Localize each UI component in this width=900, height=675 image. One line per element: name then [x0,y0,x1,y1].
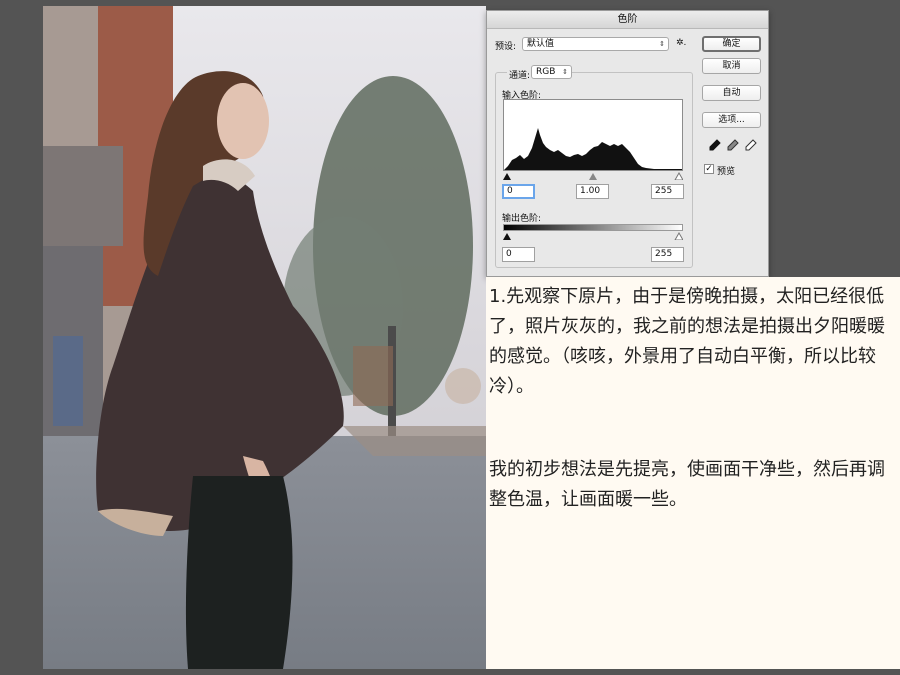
white-point-eyedropper-icon[interactable] [744,138,758,152]
input-gamma-field[interactable]: 1.00 [576,184,609,199]
output-levels-label: 输出色阶: [502,214,542,224]
output-black-field[interactable]: 0 [502,247,535,262]
preview-checkbox[interactable]: ✓ [704,164,714,174]
channel-select[interactable]: RGB ⇕ [531,65,572,79]
select-arrows-icon: ⇕ [562,68,568,76]
levels-dialog: 色阶 预设: 默认值 ⇕ ✲. 确定 取消 自动 选项... 通道: RGB ⇕… [486,10,769,277]
input-black-field[interactable]: 0 [502,184,535,199]
channel-label: 通道: [507,68,533,81]
output-black-point-handle [503,233,511,240]
histogram [503,99,683,171]
cancel-button[interactable]: 取消 [702,58,761,74]
output-levels-slider[interactable] [503,231,684,241]
article-paragraph-2: 我的初步想法是先提亮，使画面干净些，然后再调整色温，让画面暖一些。 [489,459,885,510]
auto-button[interactable]: 自动 [702,85,761,101]
output-white-point-handle [674,231,684,241]
preview-label: 预览 [717,167,736,177]
histogram-graph [504,128,682,170]
ok-button[interactable]: 确定 [702,36,761,52]
output-white-field[interactable]: 255 [651,247,684,262]
channel-value: RGB [536,67,556,77]
input-white-point-handle [674,171,684,181]
input-black-point-handle [503,173,511,180]
article-text-panel: 1.先观察下原片，由于是傍晚拍摄，太阳已经很低了，照片灰灰的，我之前的想法是拍摄… [486,277,900,669]
dialog-title[interactable]: 色阶 [487,11,768,29]
output-levels-gradient [503,224,683,231]
preset-value: 默认值 [527,39,555,49]
gray-point-eyedropper-icon[interactable] [726,138,740,152]
checkmark-icon: ✓ [705,164,713,174]
options-button[interactable]: 选项... [702,112,761,128]
input-gamma-handle [589,173,597,180]
preset-select[interactable]: 默认值 ⇕ [522,37,669,51]
street-portrait-photo [43,6,486,669]
article-paragraph-1: 1.先观察下原片，由于是傍晚拍摄，太阳已经很低了，照片灰灰的，我之前的想法是拍摄… [489,286,885,397]
preset-options-gear-icon[interactable]: ✲. [676,38,686,48]
select-arrows-icon: ⇕ [659,40,665,48]
preset-label: 预设: [495,42,517,52]
input-levels-slider[interactable] [503,171,684,181]
black-point-eyedropper-icon[interactable] [708,138,722,152]
input-white-field[interactable]: 255 [651,184,684,199]
photo-illustration [43,6,486,669]
